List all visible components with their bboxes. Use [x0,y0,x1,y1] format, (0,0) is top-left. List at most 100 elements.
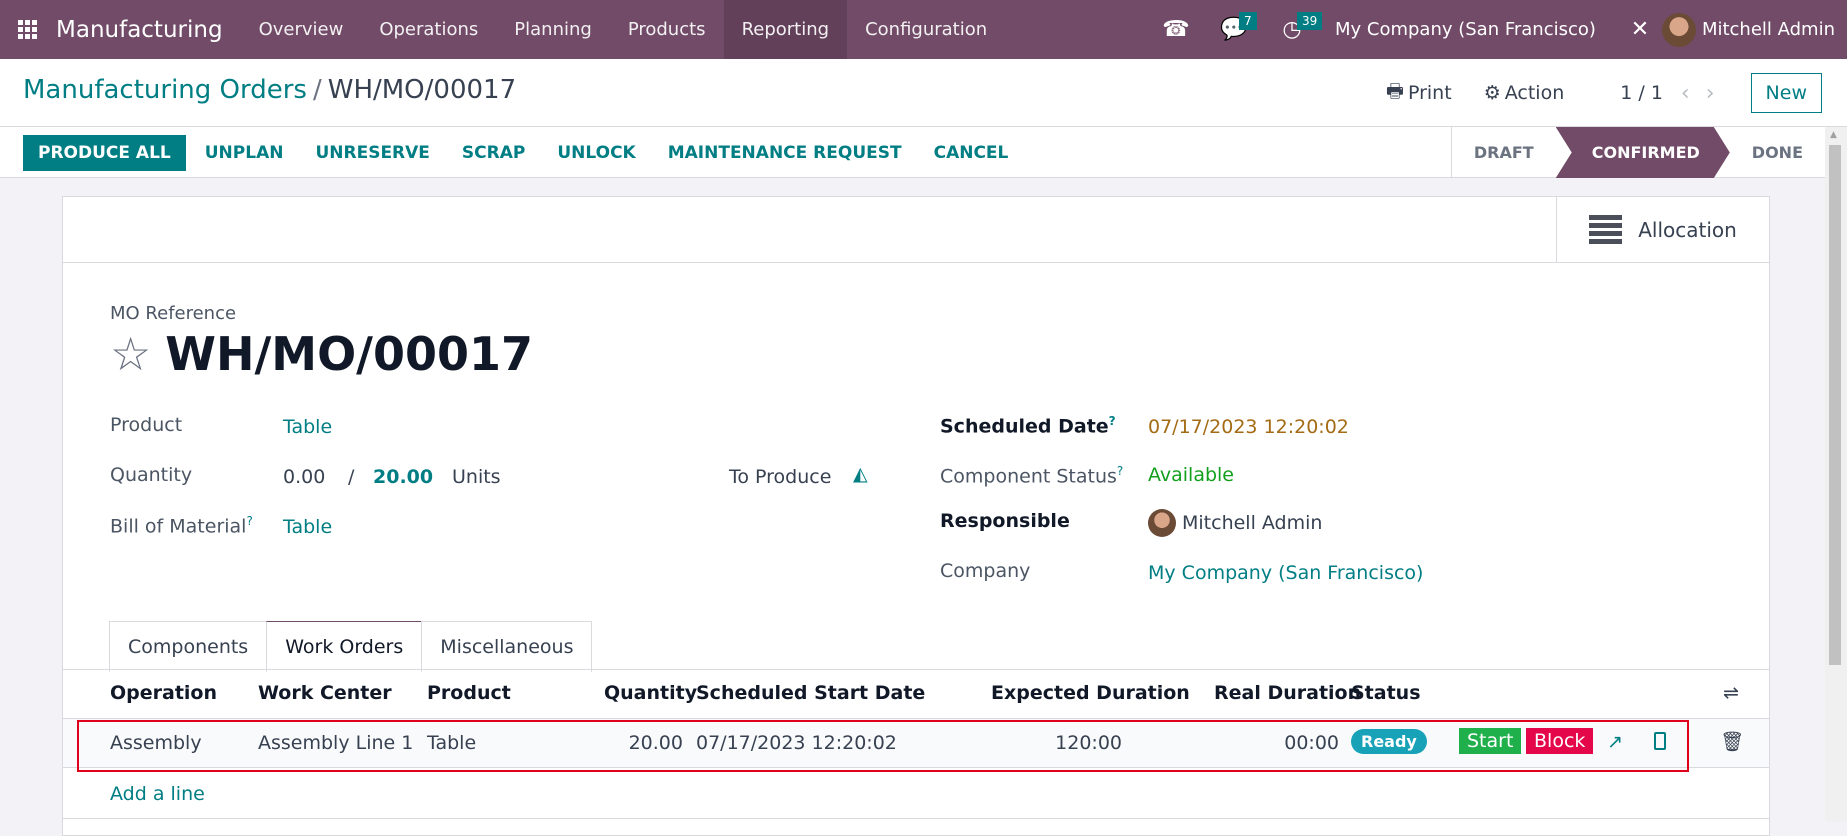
mo-reference-value: WH/MO/00017 [165,327,534,381]
column-product[interactable]: Product [427,682,511,704]
pager-value[interactable]: 1 / 1 [1580,82,1673,104]
unplan-button[interactable]: UNPLAN [189,135,300,171]
stage-draft[interactable]: DRAFT [1452,127,1556,178]
notebook-tabs: Components Work Orders Miscellaneous [109,621,593,672]
allocation-label: Allocation [1638,217,1737,242]
responsible-avatar [1148,509,1176,537]
column-status[interactable]: Status [1351,682,1421,704]
print-label: Print [1407,82,1452,104]
form-action-bar: PRODUCE ALL UNPLAN UNRESERVE SCRAP UNLOC… [0,127,1825,178]
user-avatar [1661,12,1696,47]
scrap-button[interactable]: SCRAP [446,135,541,171]
control-panel: Manufacturing Orders / WH/MO/00017 🖶 Print… [0,59,1847,127]
unreserve-button[interactable]: UNRESERVE [299,135,445,171]
company-label: Company [940,560,1031,582]
tab-miscellaneous[interactable]: Miscellaneous [421,621,593,672]
pager-previous-button[interactable]: ‹ [1673,81,1698,106]
menu-reporting[interactable]: Reporting [723,0,848,59]
table-bottom-divider [63,818,1769,819]
tab-components[interactable]: Components [109,621,268,672]
quantity-uom-field[interactable]: Units [452,466,501,488]
quantity-produced-field[interactable]: 0.00 [283,466,325,488]
action-label: Action [1504,82,1565,104]
user-menu[interactable]: Mitchell Admin [1661,12,1847,47]
user-name: Mitchell Admin [1701,19,1835,40]
scheduled-date-field[interactable]: 07/17/2023 12:20:02 [1148,416,1349,438]
menu-products[interactable]: Products [610,0,724,59]
responsible-label: Responsible [940,510,1070,532]
breadcrumb-separator: / [312,75,322,105]
scheduled-date-label: Scheduled Date? [940,414,1116,438]
maintenance-request-button[interactable]: MAINTENANCE REQUEST [652,135,918,171]
to-produce-label: To Produce [729,466,832,488]
pager-next-button[interactable]: › [1698,81,1723,106]
responsible-name: Mitchell Admin [1182,512,1323,534]
quantity-total-field[interactable]: 20.00 [373,466,433,488]
activities-button[interactable]: ◷ 39 [1263,0,1323,59]
scrollbar-thumb[interactable] [1829,145,1841,665]
gear-icon: ⚙ [1483,82,1501,104]
column-operation[interactable]: Operation [110,682,217,704]
page-scrollbar[interactable]: ▲ [1825,127,1847,822]
top-navbar: Manufacturing Overview Operations Planni… [0,0,1847,59]
bom-field[interactable]: Table [283,516,332,538]
button-box: Allocation [63,197,1769,263]
new-button[interactable]: New [1750,73,1822,113]
column-scheduled-start-date[interactable]: Scheduled Start Date [696,682,925,704]
menu-planning[interactable]: Planning [496,0,610,59]
debug-tools-button[interactable]: ✕ [1618,0,1662,59]
favorite-star-icon[interactable]: ☆ [110,331,151,377]
tab-work-orders[interactable]: Work Orders [266,621,423,672]
menu-operations[interactable]: Operations [361,0,496,59]
bom-label: Bill of Material? [110,514,253,538]
menu-overview[interactable]: Overview [241,0,362,59]
unlock-button[interactable]: UNLOCK [541,135,651,171]
breadcrumb: Manufacturing Orders / WH/MO/00017 [23,75,516,105]
highlight-annotation-box [77,720,1689,772]
delete-row-icon[interactable]: 🗑 [1720,730,1744,753]
action-button[interactable]: ⚙ Action [1468,82,1581,104]
list-icon [1589,215,1623,244]
mo-reference-label: MO Reference [110,303,237,324]
work-orders-table-header: Operation Work Center Product Quantity S… [63,670,1769,718]
product-field[interactable]: Table [283,416,332,438]
breadcrumb-parent-link[interactable]: Manufacturing Orders [23,75,307,105]
column-real-duration[interactable]: Real Duration [1214,682,1361,704]
forecast-chart-icon[interactable]: ◭ [853,463,868,485]
breadcrumb-current: WH/MO/00017 [327,75,517,105]
company-field[interactable]: My Company (San Francisco) [1148,562,1423,584]
component-status-help-icon: ? [1116,464,1124,478]
produce-all-button[interactable]: PRODUCE ALL [23,135,186,171]
form-sheet: Allocation MO Reference ☆ WH/MO/00017 Pr… [62,196,1770,836]
scroll-up-arrow-icon[interactable]: ▲ [1830,130,1837,140]
quantity-label: Quantity [110,464,193,486]
responsible-field[interactable]: Mitchell Admin [1148,509,1322,537]
print-icon: 🖶 [1386,80,1404,102]
product-label: Product [110,414,183,436]
optional-columns-toggle-icon[interactable]: ⇌ [1723,682,1739,704]
stage-confirmed[interactable]: CONFIRMED [1556,127,1730,178]
activities-count-badge: 39 [1296,12,1323,30]
apps-menu-button[interactable] [0,0,54,59]
apps-grid-icon [17,20,37,39]
tools-icon: ✕ [1630,17,1650,42]
messages-count-badge: 7 [1238,12,1257,30]
phone-icon: ☎ [1162,17,1190,42]
bom-help-icon: ? [246,514,253,528]
add-a-line-link[interactable]: Add a line [110,783,205,805]
quantity-separator: / [348,466,355,488]
cancel-button[interactable]: CANCEL [918,135,1025,171]
stage-done[interactable]: DONE [1730,127,1825,178]
column-work-center[interactable]: Work Center [258,682,392,704]
column-expected-duration[interactable]: Expected Duration [991,682,1190,704]
print-button[interactable]: 🖶 Print [1370,77,1468,109]
status-bar: DRAFT CONFIRMED DONE [1450,127,1825,178]
phone-button[interactable]: ☎ [1147,0,1205,59]
messages-button[interactable]: 💬 7 [1205,0,1263,59]
app-name[interactable]: Manufacturing [54,17,241,43]
menu-configuration[interactable]: Configuration [847,0,1005,59]
column-quantity[interactable]: Quantity [604,682,697,704]
company-switcher[interactable]: My Company (San Francisco) [1321,19,1618,40]
component-status-value: Available [1148,464,1235,486]
allocation-button[interactable]: Allocation [1556,197,1769,262]
